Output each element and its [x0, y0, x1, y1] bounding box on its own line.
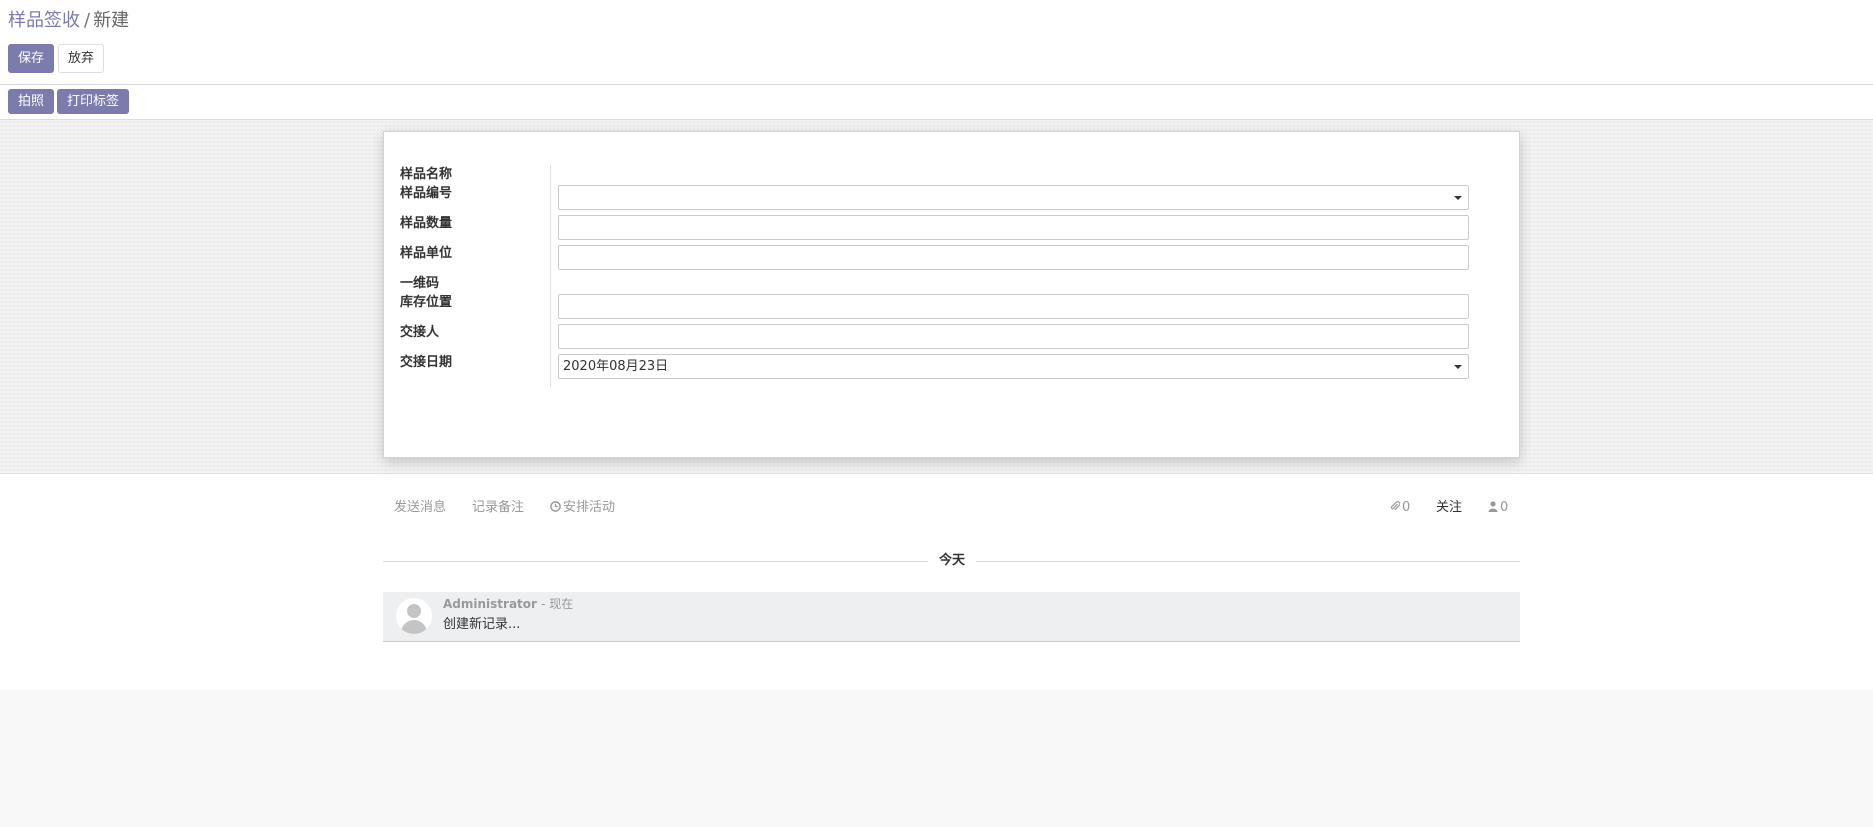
message-author[interactable]: Administrator — [443, 597, 537, 611]
schedule-activity-label: 安排活动 — [563, 500, 616, 515]
sample-code-select[interactable] — [558, 185, 1469, 210]
chevron-down-icon — [1454, 196, 1462, 200]
log-note-button[interactable]: 记录备注 — [472, 497, 524, 519]
save-button[interactable]: 保存 — [8, 44, 55, 73]
handover-person-label: 交接人 — [400, 325, 440, 340]
handover-date-select[interactable]: 2020年08月23日 — [558, 354, 1469, 379]
date-separator-line-right — [976, 561, 1520, 562]
barcode-label: 一维码 — [400, 276, 440, 291]
handover-person-input[interactable] — [558, 324, 1469, 349]
attachments-button[interactable]: 0 — [1390, 497, 1410, 519]
chatter-topbar: 发送消息 记录备注 安排活动 0 关注 0 — [383, 497, 1520, 519]
date-separator: 今天 — [938, 553, 965, 568]
label-divider — [550, 165, 551, 387]
schedule-activity-button[interactable]: 安排活动 — [550, 497, 615, 519]
storage-location-label: 库存位置 — [400, 295, 453, 310]
message-date: - 现在 — [541, 597, 574, 611]
handover-date-label: 交接日期 — [400, 355, 453, 370]
message-body: 创建新记录... — [443, 617, 521, 632]
handover-date-value: 2020年08月23日 — [563, 359, 669, 374]
sample-unit-input[interactable] — [558, 245, 1469, 270]
print-label-button[interactable]: 打印标签 — [57, 89, 130, 114]
sample-unit-label: 样品单位 — [400, 246, 453, 261]
sample-quantity-label: 样品数量 — [400, 216, 453, 231]
breadcrumb-separator: / — [84, 10, 91, 31]
sample-code-label: 样品编号 — [400, 186, 453, 201]
chatter-message: Administrator - 现在 创建新记录... — [383, 592, 1520, 642]
statusbar: 拍照 打印标签 — [0, 85, 1873, 120]
breadcrumb: 样品签收 / 新建 — [8, 9, 129, 33]
sample-quantity-input[interactable] — [558, 215, 1469, 240]
follow-button[interactable]: 关注 — [1436, 497, 1462, 519]
photo-button[interactable]: 拍照 — [8, 89, 55, 114]
chevron-down-icon — [1454, 365, 1462, 369]
user-icon — [1488, 501, 1498, 512]
date-separator-line-left — [383, 561, 928, 562]
send-message-button[interactable]: 发送消息 — [394, 497, 446, 519]
avatar — [396, 598, 432, 634]
chatter: 发送消息 记录备注 安排活动 0 关注 0 今天 Administrator -… — [0, 474, 1873, 690]
paperclip-icon — [1390, 501, 1400, 511]
breadcrumb-current: 新建 — [93, 10, 130, 31]
sample-name-label: 样品名称 — [400, 167, 453, 182]
form-sheet: 样品名称 样品编号 样品数量 样品单位 一维码 库存位置 交接人 交接日期 20… — [383, 131, 1520, 458]
discard-button[interactable]: 放弃 — [58, 44, 105, 73]
breadcrumb-parent-link[interactable]: 样品签收 — [8, 10, 80, 31]
storage-location-input[interactable] — [558, 294, 1469, 319]
message-header: Administrator - 现在 — [443, 596, 573, 612]
followers-count: 0 — [1500, 500, 1509, 515]
attachments-count: 0 — [1402, 500, 1411, 515]
control-panel: 样品签收 / 新建 保存 放弃 — [0, 0, 1873, 85]
followers-button[interactable]: 0 — [1488, 497, 1508, 519]
clock-icon — [550, 501, 561, 512]
